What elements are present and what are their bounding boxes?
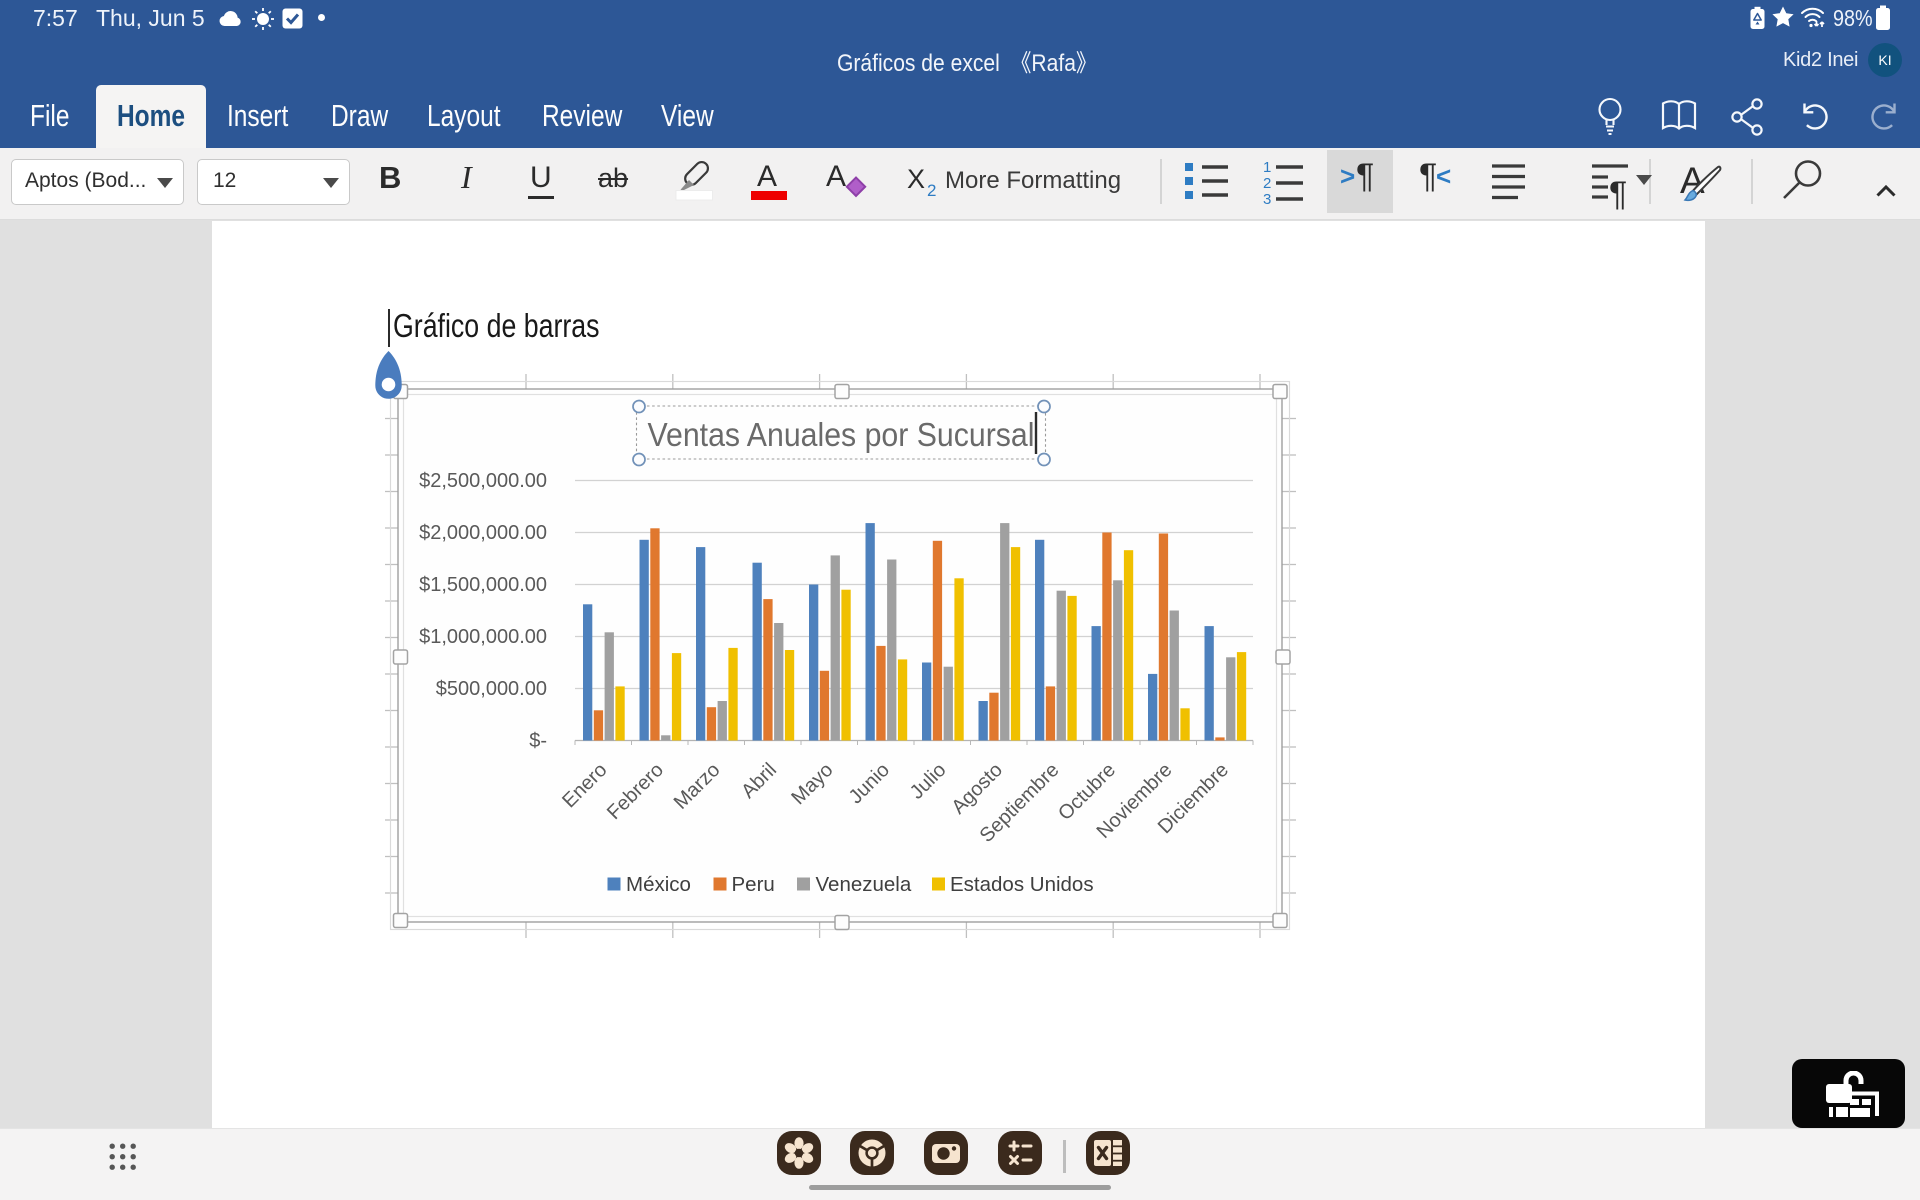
svg-text:2: 2	[1263, 175, 1271, 192]
svg-text:$2,000,000.00: $2,000,000.00	[419, 522, 547, 544]
svg-text:$1,000,000.00: $1,000,000.00	[419, 626, 547, 648]
svg-text:$2,500,000.00: $2,500,000.00	[419, 470, 547, 492]
svg-text:$1,500,000.00: $1,500,000.00	[419, 574, 547, 596]
svg-text:Peru: Peru	[732, 873, 775, 896]
svg-text:Estados Unidos: Estados Unidos	[950, 873, 1094, 896]
svg-text:3: 3	[1263, 191, 1271, 207]
svg-text:Venezuela: Venezuela	[816, 873, 912, 896]
svg-text:México: México	[626, 873, 691, 896]
svg-text:1: 1	[1263, 159, 1271, 176]
svg-text:Ventas Anuales por Sucursal: Ventas Anuales por Sucursal	[648, 416, 1035, 453]
svg-text:$500,000.00: $500,000.00	[436, 678, 547, 700]
svg-text:$-: $-	[529, 730, 547, 752]
svg-text:¶: ¶	[1609, 175, 1627, 210]
